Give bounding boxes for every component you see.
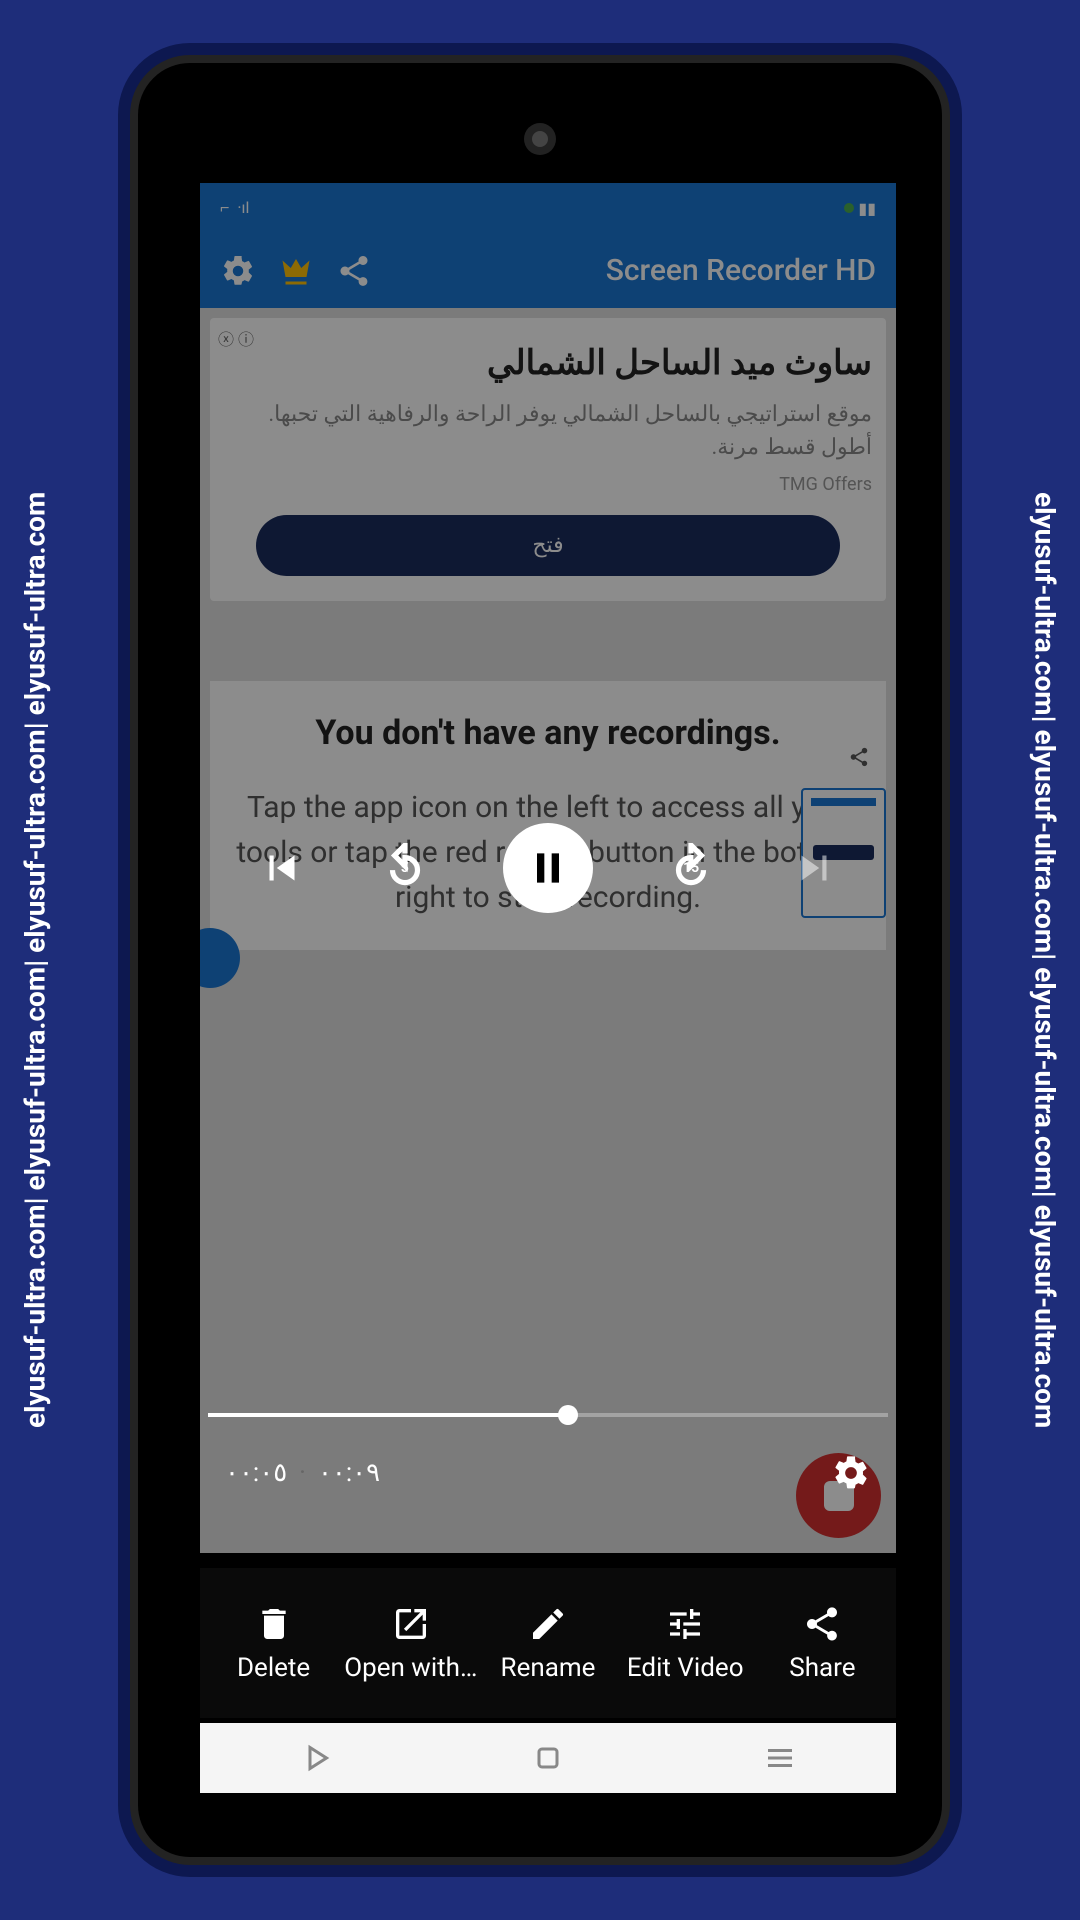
rename-label: Rename xyxy=(501,1654,596,1683)
current-time: ٠٠:٠٥ xyxy=(225,1458,287,1488)
floating-share-icon[interactable] xyxy=(840,738,878,776)
open-external-icon xyxy=(391,1604,431,1644)
forward-seconds: 15 xyxy=(683,860,699,876)
trash-icon xyxy=(254,1604,294,1644)
status-icon: ⌐ xyxy=(220,198,229,218)
screen: ⌐ ·ıl ▮▮ Screen Recorder H xyxy=(200,183,896,1553)
skip-next-icon[interactable] xyxy=(789,843,839,893)
empty-state-title: You don't have any recordings. xyxy=(230,711,866,755)
nav-back-icon[interactable] xyxy=(298,1740,334,1776)
app-title: Screen Recorder HD xyxy=(606,253,876,288)
open-with-label: Open with… xyxy=(344,1654,477,1683)
status-dot xyxy=(844,203,854,213)
rewind-seconds: 5 xyxy=(401,860,409,876)
time-row: ٠٠:٠٥ · ٠٠:٠٩ xyxy=(200,1453,896,1493)
forward-15-icon[interactable]: 15 xyxy=(666,843,716,893)
duration: ٠٠:٠٩ xyxy=(318,1458,380,1488)
time-separator: · xyxy=(299,1458,306,1488)
tune-icon xyxy=(665,1604,705,1644)
skip-previous-icon[interactable] xyxy=(257,843,307,893)
share-icon[interactable] xyxy=(336,253,372,289)
nav-home-icon[interactable] xyxy=(530,1740,566,1776)
player-settings-icon[interactable] xyxy=(831,1453,871,1493)
pause-button[interactable] xyxy=(503,823,593,913)
ad-card[interactable]: ⓧ ⓘ ساوث ميد الساحل الشمالي موقع استراتي… xyxy=(210,318,886,601)
phone-frame: ⌐ ·ıl ▮▮ Screen Recorder H xyxy=(130,55,950,1865)
share-button[interactable]: Share xyxy=(754,1604,891,1683)
delete-label: Delete xyxy=(237,1654,310,1683)
rename-button[interactable]: Rename xyxy=(479,1604,616,1683)
ad-description: موقع استراتيجي بالساحل الشمالي يوفر الرا… xyxy=(224,398,872,464)
progress-track[interactable] xyxy=(208,1413,888,1417)
ad-close-icon[interactable]: ⓧ ⓘ xyxy=(218,326,254,350)
nav-recents-icon[interactable] xyxy=(762,1740,798,1776)
delete-button[interactable]: Delete xyxy=(205,1604,342,1683)
share-icon xyxy=(802,1604,842,1644)
share-label: Share xyxy=(789,1654,855,1683)
open-with-button[interactable]: Open with… xyxy=(342,1604,479,1683)
progress-thumb[interactable] xyxy=(558,1405,578,1425)
app-header: Screen Recorder HD xyxy=(200,233,896,308)
ad-open-button[interactable]: فتح xyxy=(256,515,839,576)
status-bar: ⌐ ·ıl ▮▮ xyxy=(200,183,896,233)
edit-video-label: Edit Video xyxy=(627,1654,744,1683)
settings-icon[interactable] xyxy=(220,253,256,289)
ad-title: ساوث ميد الساحل الشمالي xyxy=(224,343,872,383)
crown-icon[interactable] xyxy=(278,253,314,289)
status-icon: ·ıl xyxy=(237,198,249,218)
playback-controls: 5 15 xyxy=(200,823,896,913)
watermark-left: elyusuf-ultra.com| elyusuf-ultra.com| el… xyxy=(5,0,65,1920)
app-body: ⓧ ⓘ ساوث ميد الساحل الشمالي موقع استراتي… xyxy=(200,308,896,1553)
system-nav-bar xyxy=(200,1723,896,1793)
rewind-5-icon[interactable]: 5 xyxy=(380,843,430,893)
progress-fill xyxy=(208,1413,568,1417)
bottom-toolbar: Delete Open with… Rename Edit Video Shar… xyxy=(200,1568,896,1718)
battery-icon: ▮▮ xyxy=(858,199,876,218)
edit-video-button[interactable]: Edit Video xyxy=(617,1604,754,1683)
pencil-icon xyxy=(528,1604,568,1644)
camera-notch xyxy=(524,123,556,155)
watermark-right: elyusuf-ultra.com| elyusuf-ultra.com| el… xyxy=(1015,0,1075,1920)
ad-advertiser: TMG Offers xyxy=(224,474,872,495)
